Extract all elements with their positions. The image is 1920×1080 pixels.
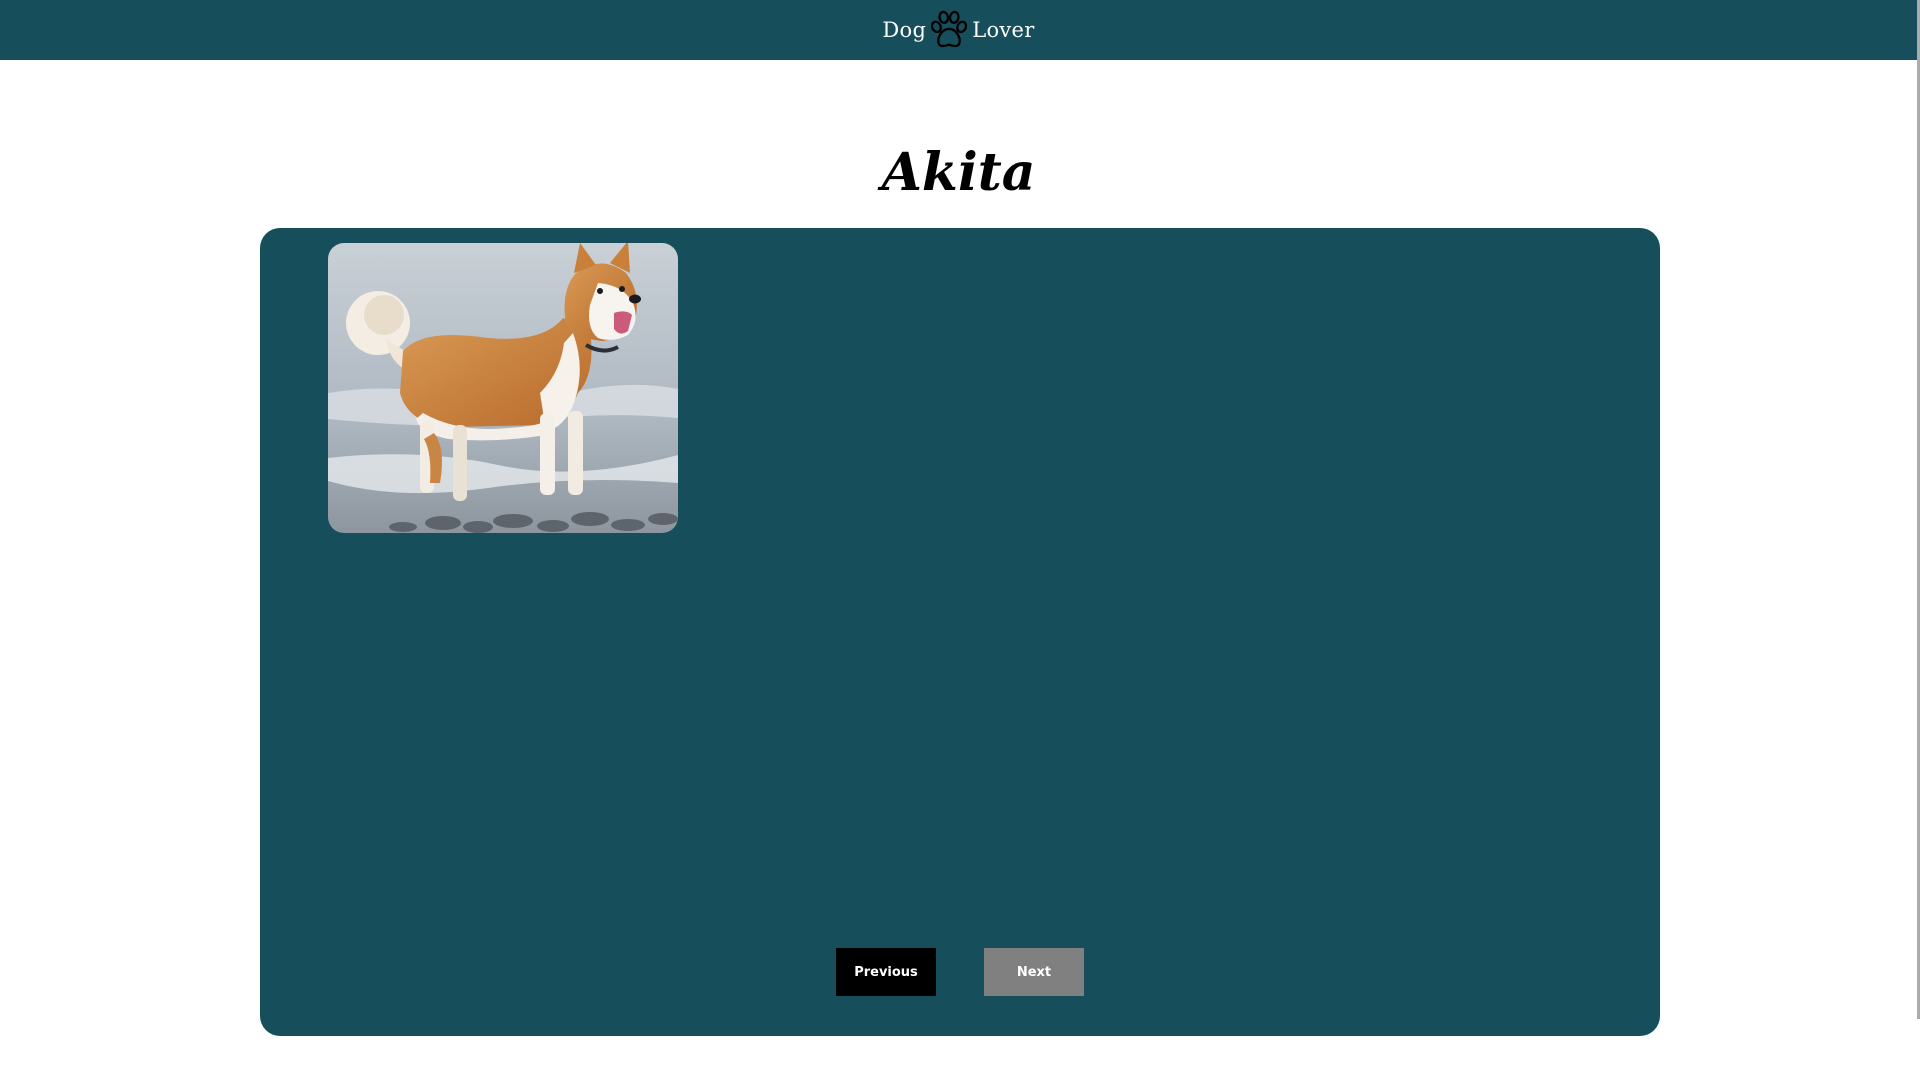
brand-text-lover: Lover — [972, 18, 1035, 42]
page-title: Akita — [881, 142, 1036, 203]
paw-icon — [931, 10, 968, 48]
next-button[interactable]: Next — [984, 948, 1084, 996]
dog-photo — [328, 243, 678, 533]
top-navbar: Dog Lover — [0, 0, 1917, 60]
breed-card: Previous Next — [260, 228, 1660, 1036]
previous-button[interactable]: Previous — [836, 948, 936, 996]
brand-text-dog: Dog — [882, 18, 927, 42]
site-brand[interactable]: Dog Lover — [882, 9, 1034, 51]
